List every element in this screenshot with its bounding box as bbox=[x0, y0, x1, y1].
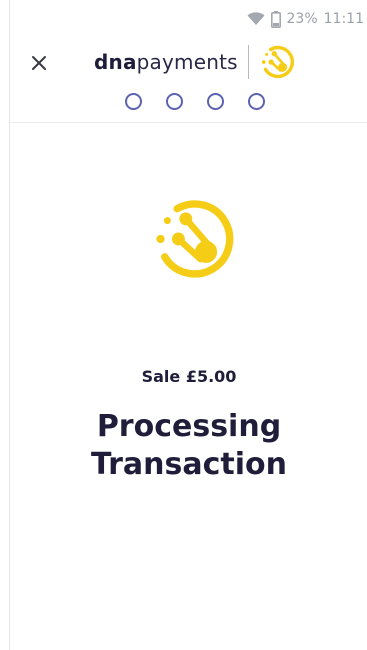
wifi-icon bbox=[247, 12, 265, 26]
brand-wordmark-light: payments bbox=[136, 50, 238, 74]
progress-steps bbox=[10, 93, 367, 110]
close-button[interactable] bbox=[26, 50, 52, 76]
header: dnapayments bbox=[10, 36, 367, 123]
dna-logo-icon bbox=[259, 43, 297, 81]
status-indicators: 23% 11:11 bbox=[247, 10, 364, 28]
sale-amount: £5.00 bbox=[185, 367, 237, 386]
sale-label: Sale bbox=[141, 367, 181, 386]
brand-divider bbox=[247, 45, 249, 79]
brand-wordmark-bold: dna bbox=[94, 50, 137, 74]
progress-step bbox=[207, 93, 224, 110]
dna-logo-icon bbox=[149, 193, 241, 285]
title-line-1: Processing bbox=[96, 409, 282, 444]
progress-step bbox=[125, 93, 142, 110]
title-line-2: Transaction bbox=[90, 447, 288, 482]
brand-logo: dnapayments bbox=[94, 42, 297, 82]
progress-step bbox=[248, 93, 265, 110]
sale-amount-line: Sale £5.00 bbox=[10, 367, 367, 386]
app-screen: 23% 11:11 dnapayments Sale £5.00 Process… bbox=[9, 0, 367, 650]
brand-wordmark: dnapayments bbox=[94, 50, 238, 74]
progress-step bbox=[166, 93, 183, 110]
close-icon bbox=[26, 56, 52, 80]
page-title: Processing Transaction bbox=[10, 408, 367, 484]
status-time: 11:11 bbox=[323, 11, 364, 27]
battery-icon bbox=[270, 10, 281, 28]
battery-percent: 23% bbox=[286, 11, 318, 27]
status-bar: 23% 11:11 bbox=[10, 0, 367, 36]
